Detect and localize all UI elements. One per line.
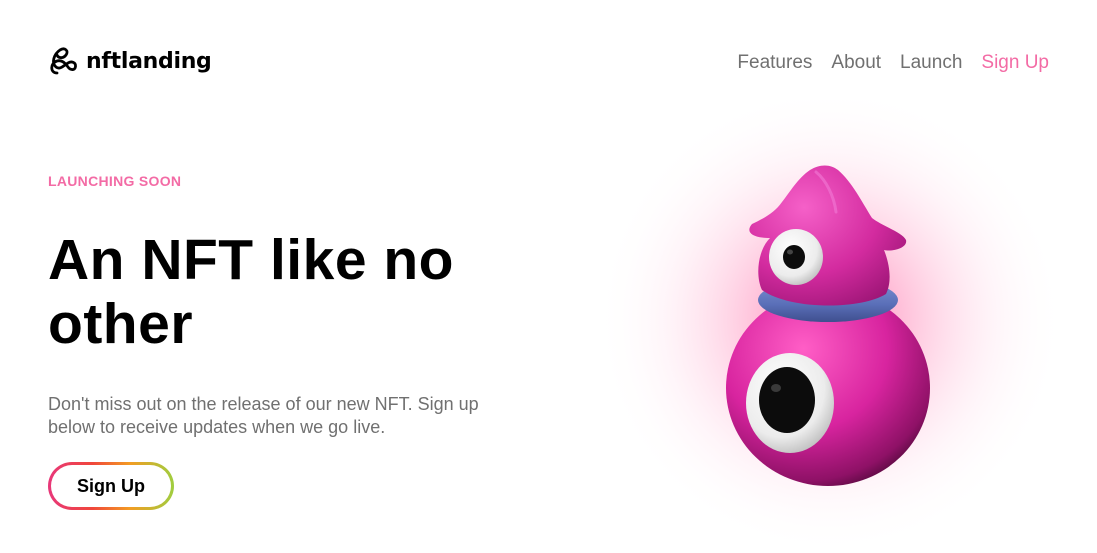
brand-logo[interactable]: nftlanding [48, 46, 212, 76]
hero-description: Don't miss out on the release of our new… [48, 394, 479, 437]
nav-item-about[interactable]: About [831, 52, 881, 74]
hero-headline: An NFT like no other [48, 228, 454, 356]
head-eye-icon [769, 229, 823, 285]
sign-up-button[interactable]: Sign Up [48, 462, 174, 510]
nav-item-launch[interactable]: Launch [900, 52, 962, 74]
main-nav: Features About Launch Sign Up [737, 52, 1049, 74]
nftlanding-logo-icon [50, 47, 77, 75]
nav-item-sign-up[interactable]: Sign Up [981, 52, 1049, 74]
nav-item-features[interactable]: Features [737, 52, 812, 74]
brand-name: nftlanding [86, 48, 212, 74]
pink-creature-nft-illustration [595, 100, 1065, 553]
launch-eyebrow: LAUNCHING SOON [48, 173, 182, 189]
landing-page: nftlanding Features About Launch Sign Up… [0, 0, 1097, 553]
body-eye-icon [746, 353, 834, 453]
